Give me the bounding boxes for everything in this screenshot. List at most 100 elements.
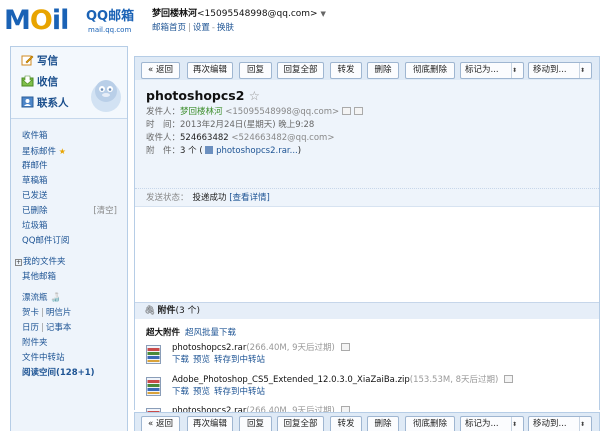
mail-content: photoshopcs2 ☆ 发件人：梦回楼林河 <15095548998@qq… [134,80,600,428]
mail-view: « 返回 再次编辑 回复 回复全部 转发 删除 彻底删除 标记为... ⬍ 移动到… [134,50,600,431]
attachment-folder-link[interactable]: 附件夹 [11,336,127,351]
sidebar: 写信 收信 联系人 收件箱 星标邮件 ★ 群邮件 草稿箱 已发送 已删除 [清空]… [10,46,128,431]
reedit-button[interactable]: 再次编辑 [187,62,233,79]
mark-as-dropdown[interactable]: 标记为... ⬍ [460,416,524,431]
settings-link[interactable]: 设置 [193,23,210,33]
file-transfer-link[interactable]: 文件中转站 [11,351,127,366]
card-row: 贺卡 | 明信片 [22,308,72,318]
penguin-mascot-icon [91,80,121,112]
folder-subscriptions[interactable]: QQ邮件订阅 [11,234,127,249]
add-contact-icon[interactable] [342,107,352,115]
download-link[interactable]: 下载 [172,387,189,397]
header: MOil QQ邮箱 mail.qq.com 梦回楼林河<15095548998@… [0,0,600,46]
preview-link[interactable]: 预览 [193,355,210,365]
folder-group-mail[interactable]: 群邮件 [11,159,127,174]
delete-button[interactable]: 删除 [367,62,399,79]
reply-button[interactable]: 回复 [239,416,272,431]
mail-subject: photoshopcs2 ☆ [146,88,260,103]
preview-link[interactable]: 预览 [193,387,210,397]
updown-icon: ⬍ [579,417,591,431]
contacts-icon [21,96,34,108]
attachments-header: 🖇 附件(3 个) [135,302,599,319]
empty-trash-link[interactable]: [清空] [93,204,117,219]
star-outline-icon[interactable]: ☆ [249,88,260,103]
other-mailbox-link[interactable]: 其他邮箱 [11,270,127,285]
updown-icon: ⬍ [511,417,523,431]
archive-file-icon [146,377,161,396]
reedit-button[interactable]: 再次编辑 [187,416,233,431]
expand-icon: + [15,259,22,266]
folder-list: 收件箱 星标邮件 ★ 群邮件 草稿箱 已发送 已删除 [清空] 垃圾箱 QQ邮件订… [11,119,127,381]
attachment-summary-line: 附 件：3 个 ( photoshopcs2.rar...) [146,146,302,156]
folder-starred[interactable]: 星标邮件 ★ [11,144,127,159]
permanent-delete-button[interactable]: 彻底删除 [405,416,455,431]
drift-bottle-link[interactable]: 漂流瓶 🍶 [11,291,127,306]
reply-all-button[interactable]: 回复全部 [277,62,324,79]
time-line: 时 间：2013年2月24日(星期天) 晚上9:28 [146,120,315,130]
reply-button[interactable]: 回复 [239,62,272,79]
updown-icon: ⬍ [579,63,591,78]
batch-download-link[interactable]: 超风批量下载 [185,328,236,338]
mailbox-home-link[interactable]: 邮箱首页 [152,23,186,33]
quick-actions: 写信 收信 联系人 [11,47,127,119]
mail-time: 2013年2月24日(星期天) 晚上9:28 [180,120,315,130]
bottle-icon: 🍶 [50,293,61,303]
pencil-icon [21,55,34,66]
forward-button[interactable]: 转发 [330,62,362,79]
notepad-link[interactable]: 记事本 [46,323,72,333]
paperclip-icon: 🖇 [144,306,156,316]
move-to-dropdown[interactable]: 移动到... ⬍ [528,62,592,79]
calendar-row: 日历 | 记事本 [22,323,72,333]
calendar-link[interactable]: 日历 [22,323,39,333]
recipient-name[interactable]: 524663482 [180,133,229,143]
permanent-delete-button[interactable]: 彻底删除 [405,62,455,79]
attachment-item: photoshopcs2.rar(266.40M, 9天后过期) 下载预览转存到… [146,342,596,370]
delete-button[interactable]: 删除 [367,416,399,431]
inbox-icon [21,75,34,87]
attachment-name: photoshopcs2.rar [172,343,247,353]
transfer-link[interactable]: 转存到中转站 [214,355,265,365]
back-button[interactable]: « 返回 [141,62,180,79]
folder-drafts[interactable]: 草稿箱 [11,174,127,189]
qr-icon[interactable] [504,375,514,383]
view-details-link[interactable]: [查看详情] [229,193,270,203]
switch-skin-link[interactable]: 换肤 [217,23,234,33]
inbox-button[interactable]: 收信 [21,74,58,90]
folder-inbox[interactable]: 收件箱 [11,129,127,144]
block-sender-icon[interactable] [354,107,364,115]
forward-button[interactable]: 转发 [330,416,362,431]
move-to-dropdown[interactable]: 移动到... ⬍ [528,416,592,431]
back-button[interactable]: « 返回 [141,416,180,431]
qq-mail-logo[interactable]: MOil QQ邮箱 mail.qq.com [4,4,149,40]
send-status: 发送状态： 投递成功 [查看详情] [135,188,599,207]
user-account[interactable]: 梦回楼林河<15095548998@qq.com> ▼ [152,8,326,20]
star-icon: ★ [58,147,66,156]
sender-line: 发件人：梦回楼林河 <15095548998@qq.com> [146,106,364,118]
recipient-email: <524663482@qq.com> [231,133,335,143]
folder-deleted[interactable]: 已删除 [22,206,48,216]
recipient-line: 收件人：524663482 <524663482@qq.com> [146,133,335,143]
logo-wordmark: MOil [4,5,69,36]
mark-as-dropdown[interactable]: 标记为... ⬍ [460,62,524,79]
contacts-button[interactable]: 联系人 [21,95,69,111]
postcard-link[interactable]: 明信片 [46,308,72,318]
download-link[interactable]: 下载 [172,355,189,365]
my-folders-toggle[interactable]: + 我的文件夹 [11,255,127,270]
attachment-size: (153.53M, 8天后过期) [409,375,499,385]
attachment-size: (266.40M, 9天后过期) [246,343,335,353]
user-email: <15095548998@qq.com> [197,9,318,19]
archive-file-icon [146,345,161,364]
updown-icon: ⬍ [511,63,523,78]
attachment-summary-link[interactable]: photoshopcs2.rar... [216,146,298,156]
card-link[interactable]: 贺卡 [22,308,39,318]
folder-sent[interactable]: 已发送 [11,189,127,204]
archive-icon [205,146,214,154]
reply-all-button[interactable]: 回复全部 [277,416,324,431]
transfer-link[interactable]: 转存到中转站 [214,387,265,397]
qr-icon[interactable] [340,343,350,351]
reading-space-link[interactable]: 阅读空间(128+1) [11,366,127,381]
compose-button[interactable]: 写信 [21,53,58,69]
folder-spam[interactable]: 垃圾箱 [11,219,127,234]
sender-name[interactable]: 梦回楼林河 [180,107,223,117]
chevron-down-icon[interactable]: ▼ [320,10,325,18]
